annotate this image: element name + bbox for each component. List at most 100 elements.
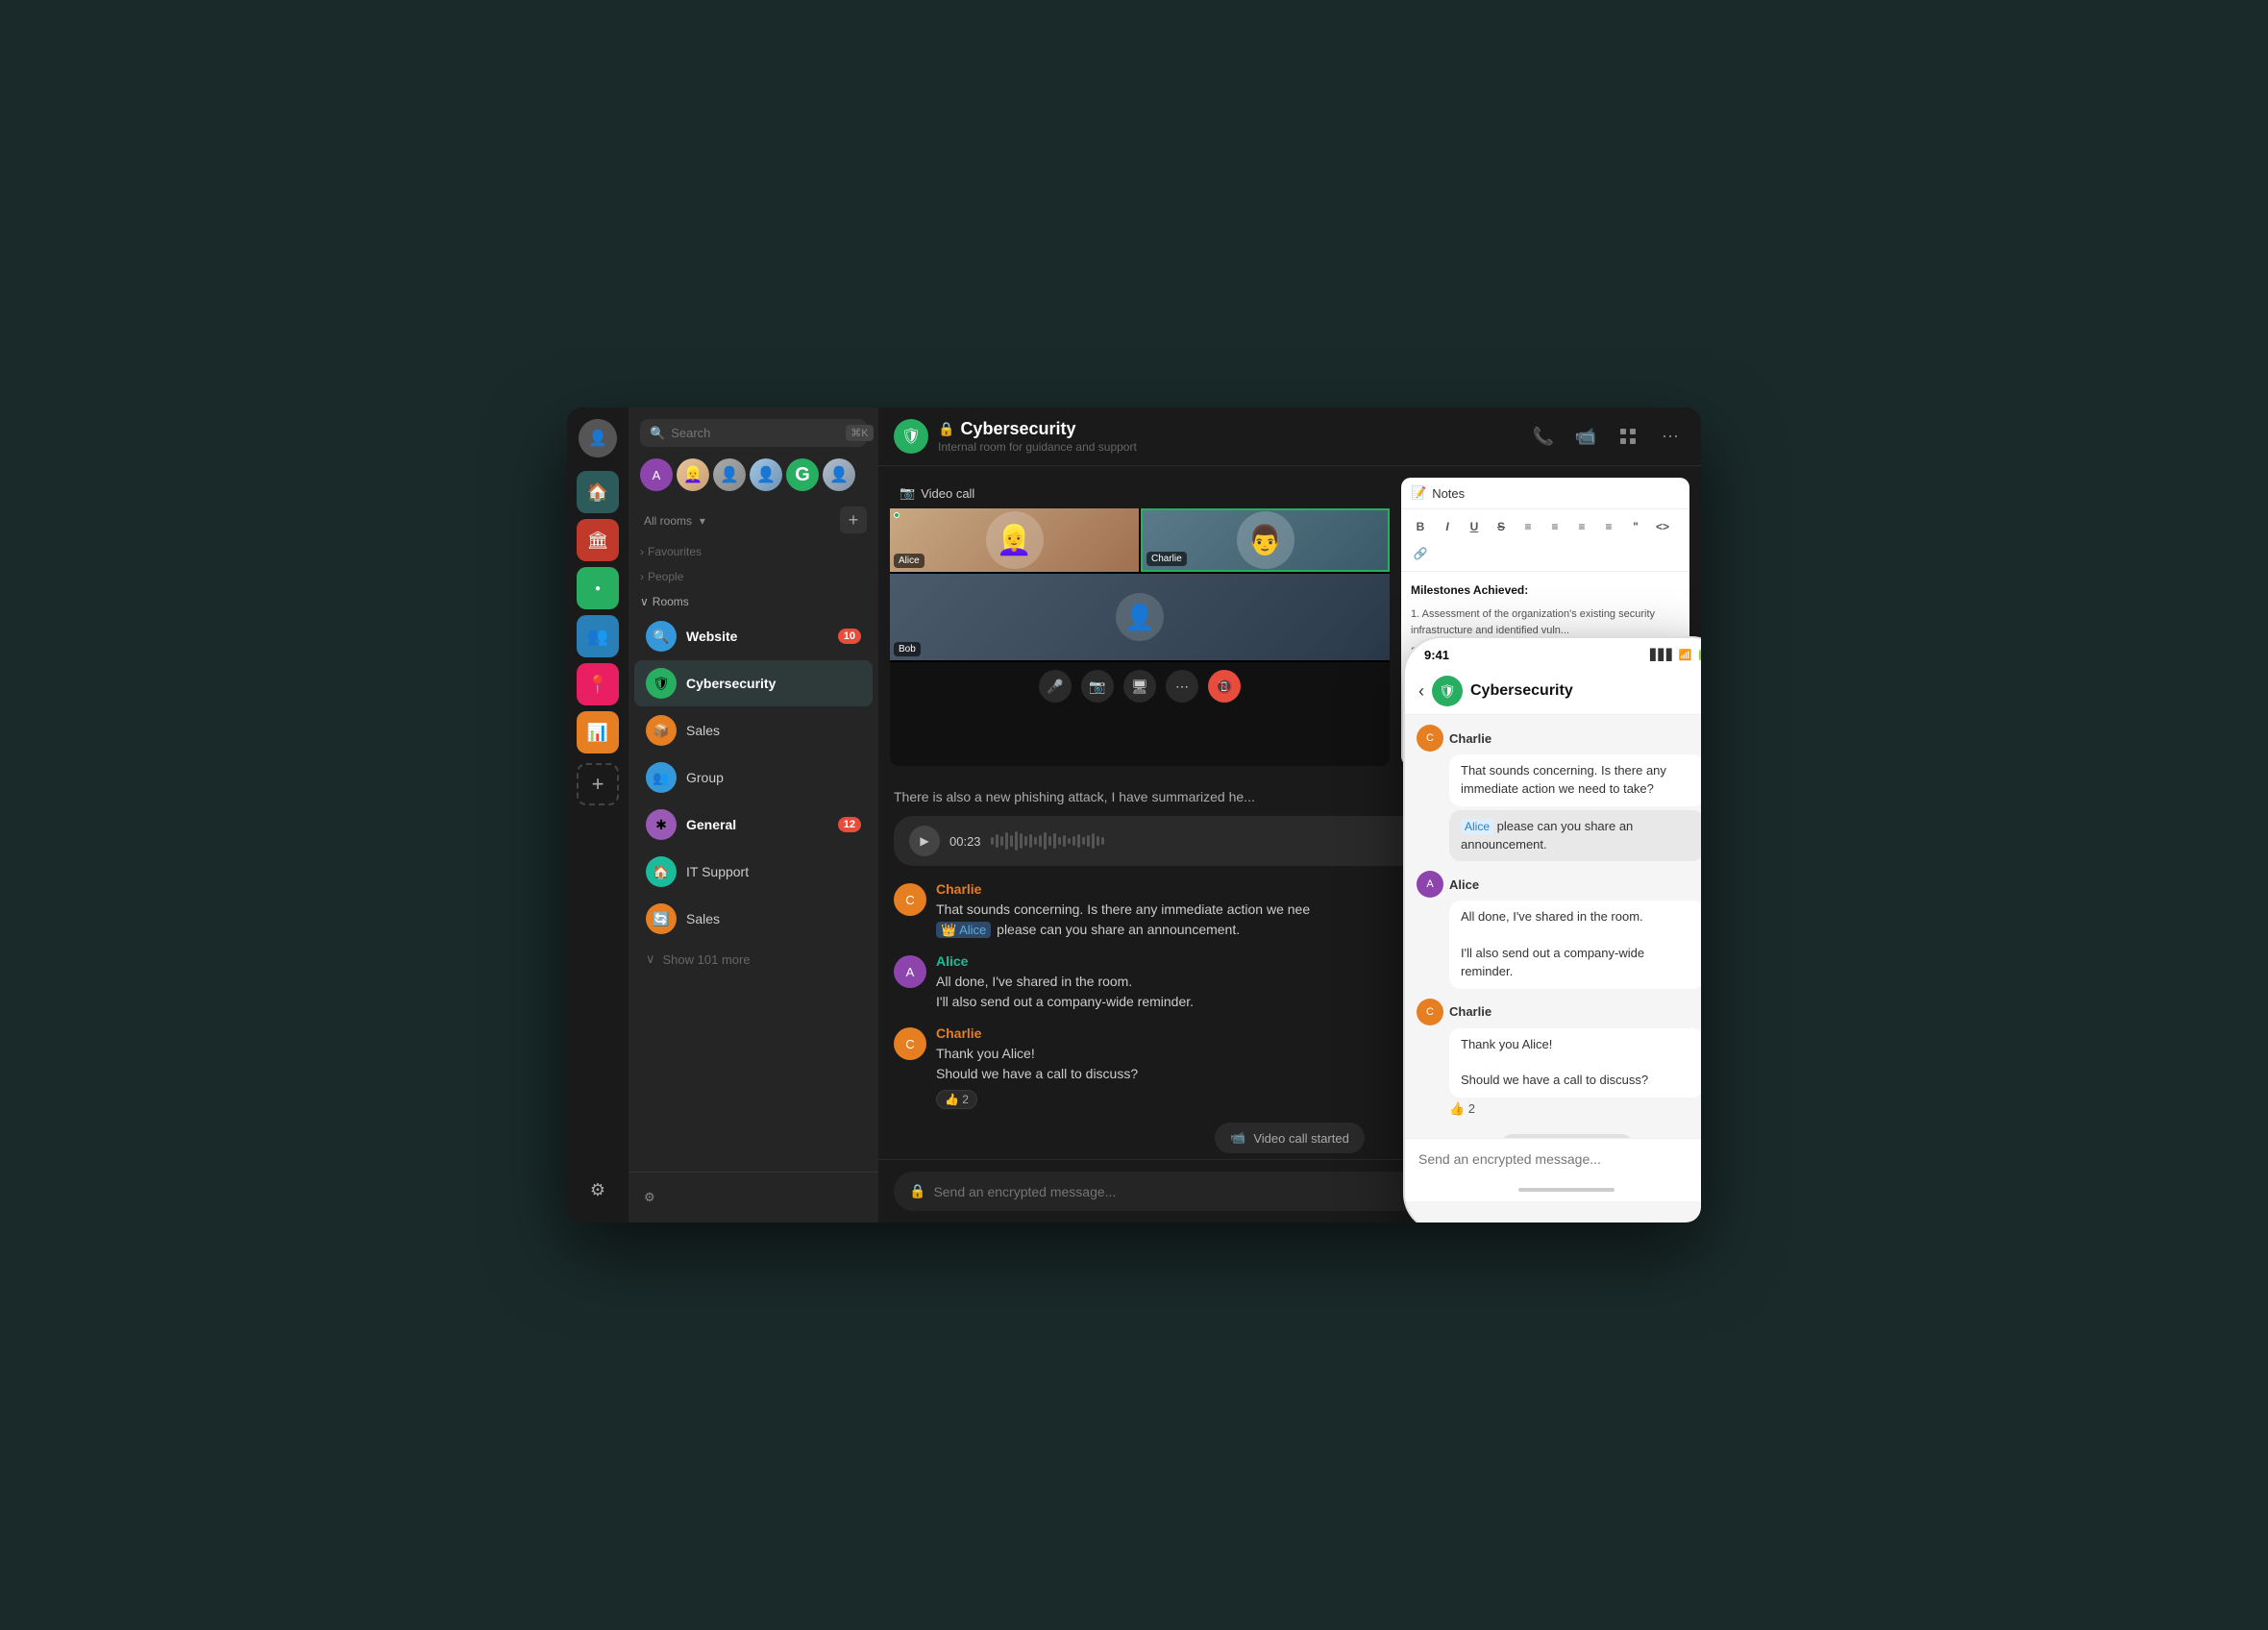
list3-button[interactable]: ≡ (1570, 515, 1593, 538)
search-icon: 🔍 (650, 426, 665, 441)
mobile-alice-mention: Alice (1461, 819, 1493, 834)
people-section[interactable]: › People (629, 562, 878, 587)
active-users-row: A 👱‍♀️ 👤 👤 G 👤 (629, 455, 878, 499)
video-button[interactable]: 📹 (1570, 421, 1601, 452)
dot-button[interactable]: ● (577, 567, 619, 609)
sales2-label: Sales (686, 911, 861, 926)
bold-button[interactable]: B (1409, 515, 1432, 538)
video-tile-alice: 👱‍♀️ Alice (890, 508, 1139, 572)
mobile-charlie-avatar-2: C (1417, 999, 1443, 1025)
favourites-section[interactable]: › Favourites (629, 537, 878, 562)
header-actions: 📞 📹 ⋯ (1528, 421, 1686, 452)
sidebar-item-cybersecurity[interactable]: 🛡 Cybersecurity (634, 660, 873, 706)
camera-toggle-button[interactable]: 📷 (1081, 670, 1114, 703)
code-button[interactable]: <> (1651, 515, 1674, 538)
location-button[interactable]: 📍 (577, 663, 619, 705)
italic-button[interactable]: I (1436, 515, 1459, 538)
mobile-message-alice1: A Alice All done, I've shared in the roo… (1417, 871, 1701, 988)
mobile-chat-area: C Charlie That sounds concerning. Is the… (1405, 715, 1701, 1138)
avatar-user2[interactable]: 👱‍♀️ (677, 458, 709, 491)
general-icon: ✱ (646, 809, 677, 840)
mobile-message-charlie1: C Charlie That sounds concerning. Is the… (1417, 725, 1701, 861)
sidebar-item-sales2[interactable]: 🔄 Sales (634, 896, 873, 942)
phone-button[interactable]: 📞 (1528, 421, 1559, 452)
screen-share-button[interactable]: 🖥 (1123, 670, 1156, 703)
thumbsup-reaction[interactable]: 👍 2 (936, 1090, 977, 1109)
all-rooms-label[interactable]: All rooms ▾ (640, 512, 705, 528)
mobile-alice-bubble: All done, I've shared in the room. I'll … (1449, 901, 1701, 988)
mobile-charlie-sender-2: Charlie (1449, 1004, 1491, 1019)
mobile-alice-avatar: A (1417, 871, 1443, 898)
rooms-section[interactable]: ∨ Rooms (629, 587, 878, 612)
video-grid: 👱‍♀️ Alice 👨 Charlie (890, 508, 1390, 662)
room-avatar: 🛡 (894, 419, 928, 454)
mobile-status-bar: 9:41 ▋▋▋ 📶 🔋 (1405, 638, 1701, 668)
avatar-user3[interactable]: 👤 (713, 458, 746, 491)
list1-button[interactable]: ≡ (1516, 515, 1540, 538)
avatar-user4[interactable]: 👤 (750, 458, 782, 491)
sidebar-item-sales[interactable]: 📦 Sales (634, 707, 873, 753)
itsupport-icon: 🏠 (646, 856, 677, 887)
strikethrough-button[interactable]: S (1490, 515, 1513, 538)
sidebar-item-website[interactable]: 🔍 Website 10 (634, 613, 873, 659)
play-button[interactable]: ▶ (909, 826, 940, 856)
home-button[interactable]: 🏠 (577, 471, 619, 513)
search-box[interactable]: 🔍 ⌘K 🧭 (640, 419, 867, 447)
more-options-button[interactable]: ⋯ (1166, 670, 1198, 703)
mobile-bottom-bar (1405, 1178, 1701, 1201)
mic-button[interactable]: 🎤 (1039, 670, 1072, 703)
general-badge: 12 (838, 817, 861, 832)
list4-button[interactable]: ≡ (1597, 515, 1620, 538)
charlie-avatar: C (894, 883, 926, 916)
avatar-user6[interactable]: 👤 (823, 458, 855, 491)
charlie-avatar-2: C (894, 1027, 926, 1060)
add-room-button[interactable]: + (840, 506, 867, 533)
video-tile-charlie: 👨 Charlie (1141, 508, 1390, 572)
rooms-header: All rooms ▾ + (629, 499, 878, 537)
avatar-user5[interactable]: G (786, 458, 819, 491)
website-badge: 10 (838, 629, 861, 644)
notes-item-1: 1. Assessment of the organization's exis… (1411, 606, 1680, 638)
grid-button[interactable] (1613, 421, 1643, 452)
home-indicator (1518, 1188, 1615, 1192)
avatar-user1[interactable]: A (640, 458, 673, 491)
mobile-message-charlie2: C Charlie Thank you Alice! Should we hav… (1417, 999, 1701, 1118)
search-shortcut: ⌘K (846, 425, 873, 441)
quote-button[interactable]: " (1624, 515, 1647, 538)
bank-button[interactable]: 🏛 (577, 519, 619, 561)
mobile-header: ‹ 🛡 Cybersecurity (1405, 668, 1701, 715)
alice-avatar: A (894, 955, 926, 988)
show-more-button[interactable]: ∨ Show 101 more (634, 944, 873, 975)
settings-button[interactable]: ⚙ (640, 1184, 867, 1211)
room-title-row: 🔒 Cybersecurity (938, 419, 1518, 439)
itsupport-label: IT Support (686, 864, 861, 879)
user-avatar[interactable]: 👤 (579, 419, 617, 457)
chart-button[interactable]: 📊 (577, 711, 619, 753)
video-panel-title: Video call (921, 486, 974, 501)
end-call-button[interactable]: 📵 (1208, 670, 1241, 703)
mobile-charlie-sender: Charlie (1449, 731, 1491, 746)
notes-heading: Milestones Achieved: (1411, 581, 1680, 599)
sidebar-search-area: 🔍 ⌘K 🧭 (629, 408, 878, 455)
sidebar-item-general[interactable]: ✱ General 12 (634, 802, 873, 848)
settings-icon-button[interactable]: ⚙ (577, 1169, 619, 1211)
back-button[interactable]: ‹ (1418, 681, 1424, 702)
search-input[interactable] (671, 426, 840, 440)
group-icon: 👥 (646, 762, 677, 793)
notes-toolbar: B I U S ≡ ≡ ≡ ≡ " <> 🔗 (1401, 509, 1689, 572)
sidebar-item-itsupport[interactable]: 🏠 IT Support (634, 849, 873, 895)
chevron-down-icon: ∨ (646, 951, 655, 967)
underline-button[interactable]: U (1463, 515, 1486, 538)
mobile-system-message: 📹 video call started (1500, 1134, 1634, 1138)
people-button[interactable]: 👥 (577, 615, 619, 657)
mobile-message-input[interactable] (1418, 1151, 1701, 1167)
mobile-charlie-avatar: C (1417, 725, 1443, 752)
show-more-label: Show 101 more (663, 952, 751, 967)
more-button[interactable]: ⋯ (1655, 421, 1686, 452)
mobile-reactions: 👍 2 (1449, 1101, 1701, 1117)
link-button[interactable]: 🔗 (1409, 542, 1432, 565)
add-workspace-button[interactable]: + (577, 763, 619, 805)
charlie-label: Charlie (1146, 552, 1187, 566)
list2-button[interactable]: ≡ (1543, 515, 1566, 538)
sidebar-item-group[interactable]: 👥 Group (634, 754, 873, 801)
